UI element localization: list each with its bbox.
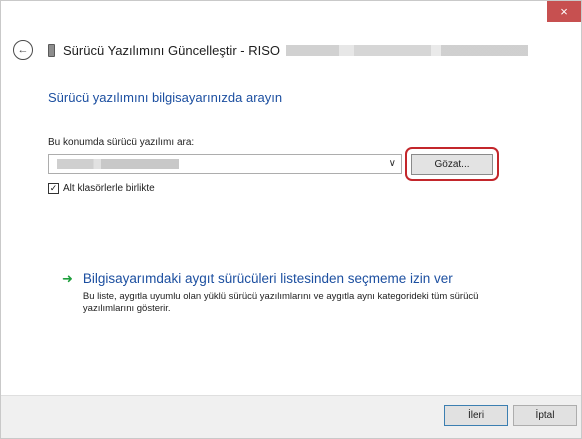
pick-from-list-content[interactable]: Bilgisayarımdaki aygıt sürücüleri listes… [83, 270, 513, 315]
chevron-down-icon[interactable]: ∨ [389, 158, 396, 170]
dialog-footer: İleri İptal [1, 395, 581, 438]
include-subfolders-option[interactable]: ✓ Alt klasörlerle birlikte [48, 183, 155, 194]
close-button[interactable]: × [547, 1, 581, 22]
pick-from-list-option[interactable]: ➜ Bilgisayarımdaki aygıt sürücüleri list… [62, 270, 513, 315]
browse-button[interactable]: Gözat... [411, 154, 493, 175]
location-combobox[interactable]: ∨ [48, 154, 402, 174]
back-arrow-icon[interactable]: ← [13, 40, 33, 60]
green-arrow-icon: ➜ [62, 271, 73, 286]
include-subfolders-label[interactable]: Alt klasörlerle birlikte [63, 183, 155, 194]
next-button[interactable]: İleri [444, 405, 508, 426]
redacted-path [57, 159, 179, 169]
page-heading: Sürücü yazılımını bilgisayarınızda arayı… [48, 90, 283, 105]
location-label: Bu konumda sürücü yazılımı ara: [48, 137, 195, 148]
dialog-header: ← Sürücü Yazılımını Güncelleştir - RISO [13, 39, 528, 61]
device-icon [48, 43, 55, 57]
update-driver-dialog: × ← Sürücü Yazılımını Güncelleştir - RIS… [0, 0, 582, 439]
pick-from-list-link[interactable]: Bilgisayarımdaki aygıt sürücüleri listes… [83, 270, 513, 288]
dialog-title: Sürücü Yazılımını Güncelleştir - RISO [63, 42, 280, 58]
include-subfolders-checkbox[interactable]: ✓ [48, 183, 59, 194]
pick-from-list-description: Bu liste, aygıtla uyumlu olan yüklü sürü… [82, 291, 479, 314]
cancel-button[interactable]: İptal [513, 405, 577, 426]
redacted-device-name [285, 44, 528, 56]
title-bar: × [1, 1, 581, 32]
